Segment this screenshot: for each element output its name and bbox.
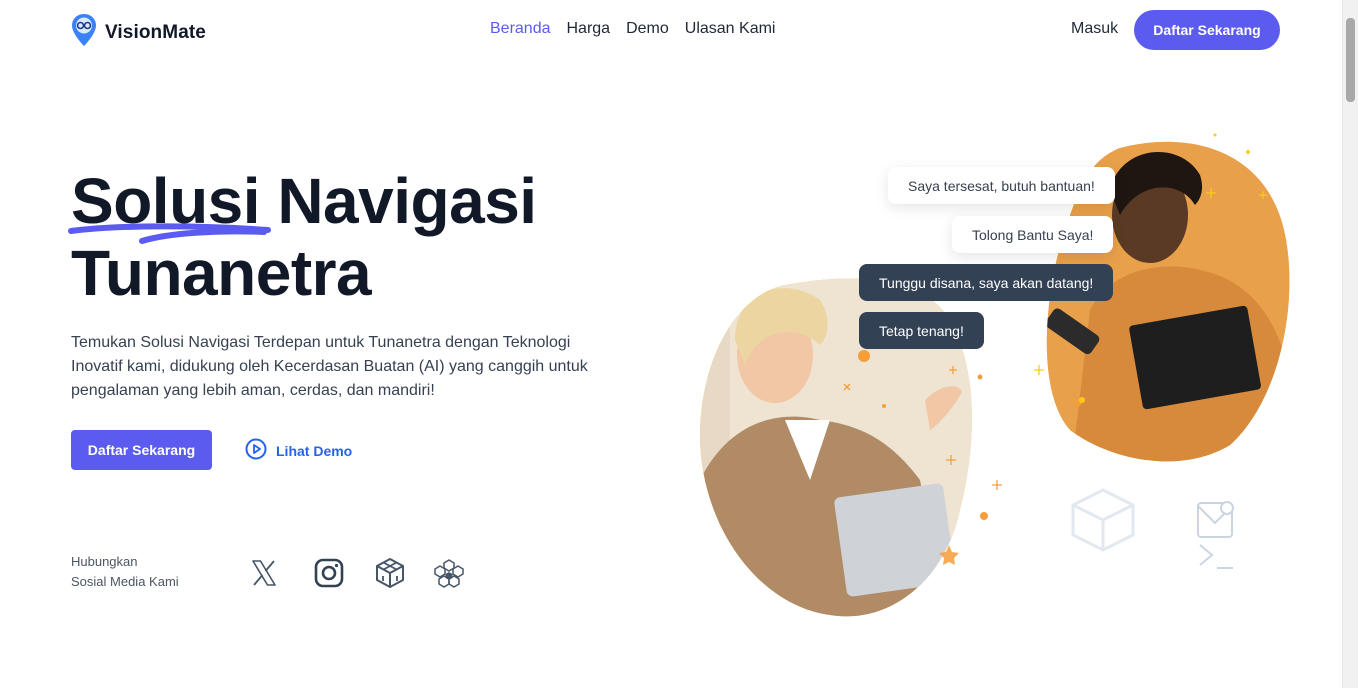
chat-bubble-lost: Saya tersesat, butuh bantuan! [888, 167, 1115, 204]
page-scrollbar[interactable] [1342, 0, 1358, 688]
nav-harga[interactable]: Harga [567, 20, 611, 38]
chat-bubble-calm: Tetap tenang! [859, 312, 984, 349]
brand-logo[interactable]: VisionMate [71, 13, 206, 52]
nav-ulasan-kami[interactable]: Ulasan Kami [685, 20, 776, 38]
instagram-icon[interactable] [311, 555, 347, 591]
title-underline-decoration [68, 223, 271, 244]
hero-title-word-navigasi: Navigasi [277, 165, 537, 237]
nav-demo[interactable]: Demo [626, 20, 669, 38]
chat-bubble-wait: Tunggu disana, saya akan datang! [859, 264, 1114, 301]
nav-beranda[interactable]: Beranda [490, 20, 551, 38]
login-link[interactable]: Masuk [1071, 20, 1118, 38]
social-label: Hubungkan Sosial Media Kami [71, 552, 211, 592]
scrollbar-thumb[interactable] [1346, 18, 1355, 102]
watch-demo-label: Lihat Demo [276, 442, 353, 459]
signup-button-hero[interactable]: Daftar Sekarang [71, 430, 212, 470]
watch-demo-link[interactable]: Lihat Demo [245, 438, 352, 463]
faded-box-icon [1071, 488, 1135, 552]
play-circle-icon [245, 438, 267, 463]
codesandbox-icon[interactable] [372, 555, 408, 591]
hero-illustration: Saya tersesat, butuh bantuan! Tolong Ban… [690, 120, 1310, 640]
faded-map-terminal-icon [1197, 501, 1234, 569]
social-label-line-2: Sosial Media Kami [71, 574, 179, 589]
signup-button-header[interactable]: Daftar Sekarang [1134, 10, 1280, 50]
map-pin-eye-icon [71, 13, 97, 52]
brand-name: VisionMate [105, 21, 206, 43]
main-nav: Beranda Harga Demo Ulasan Kami [490, 20, 775, 38]
chat-bubble-help: Tolong Bantu Saya! [952, 216, 1114, 253]
social-label-line-1: Hubungkan [71, 554, 138, 569]
x-icon[interactable] [246, 555, 282, 591]
hero-description: Temukan Solusi Navigasi Terdepan untuk T… [71, 334, 588, 399]
hexagon-cluster-icon[interactable] [431, 555, 467, 591]
